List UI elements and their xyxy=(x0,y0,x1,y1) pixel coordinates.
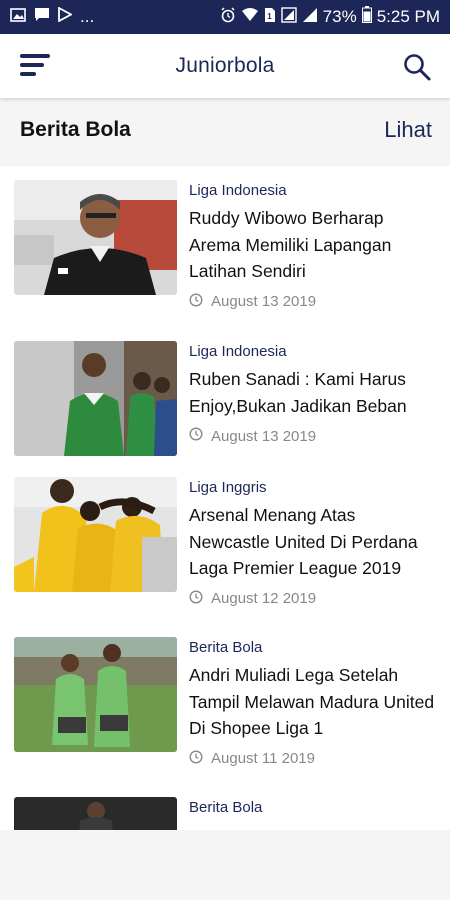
news-headline: Andri Muliadi Lega Setelah Tampil Melawa… xyxy=(189,665,435,738)
bottom-area xyxy=(0,830,450,900)
search-icon[interactable] xyxy=(402,52,432,82)
news-headline: Arsenal Menang Atas Newcastle United Di … xyxy=(189,505,418,578)
status-bar: ... 1 73% 5:25 PM xyxy=(0,0,450,34)
news-thumbnail xyxy=(14,797,177,830)
gallery-notification-icon xyxy=(10,7,26,27)
clock: 5:25 PM xyxy=(376,7,440,26)
clock-icon xyxy=(189,589,203,608)
news-date: August 13 2019 xyxy=(211,293,317,310)
alarm-icon xyxy=(220,6,236,28)
news-date-row: August 13 2019 xyxy=(189,427,437,445)
battery-icon xyxy=(361,6,372,28)
see-all-link[interactable]: Lihat xyxy=(384,117,432,143)
news-date-row: August 13 2019 xyxy=(189,292,437,311)
app-title: Juniorbola xyxy=(175,54,275,77)
news-info: Liga Inggris Arsenal Menang Atas Newcast… xyxy=(189,477,437,608)
news-category: Berita Bola xyxy=(189,799,263,816)
clock-icon xyxy=(189,749,203,768)
news-info: Liga Indonesia Ruddy Wibowo Berharap Are… xyxy=(189,180,437,311)
news-item[interactable]: Berita Bola Andri Muliadi Lega Setelah T… xyxy=(0,637,450,768)
news-item[interactable]: Berita Bola xyxy=(0,797,450,830)
news-date: August 11 2019 xyxy=(211,750,315,767)
news-category: Berita Bola xyxy=(189,639,263,656)
news-info: Liga Indonesia Ruben Sanadi : Kami Harus… xyxy=(189,341,437,456)
data-signal-icon xyxy=(280,6,297,28)
news-item[interactable]: Liga Inggris Arsenal Menang Atas Newcast… xyxy=(0,477,450,608)
news-category: Liga Inggris xyxy=(189,479,267,496)
news-thumbnail xyxy=(14,637,177,752)
news-headline: Ruben Sanadi : Kami Harus Enjoy,Bukan Ja… xyxy=(189,369,407,416)
clock-icon xyxy=(189,292,203,311)
news-category: Liga Indonesia xyxy=(189,343,287,360)
wifi-icon xyxy=(241,7,259,27)
section-title: Berita Bola xyxy=(20,118,131,141)
svg-text:1: 1 xyxy=(267,12,272,21)
news-thumbnail xyxy=(14,477,177,592)
clock-icon xyxy=(189,427,203,445)
message-notification-icon xyxy=(34,7,50,27)
battery-percent: 73% xyxy=(322,7,357,26)
news-info: Berita Bola Andri Muliadi Lega Setelah T… xyxy=(189,637,437,768)
news-date-row: August 11 2019 xyxy=(189,749,437,768)
news-thumbnail xyxy=(14,341,177,456)
news-list: Liga Indonesia Ruddy Wibowo Berharap Are… xyxy=(0,166,450,830)
sim-card-icon: 1 xyxy=(264,7,276,28)
menu-icon[interactable] xyxy=(20,52,50,80)
more-notifications: ... xyxy=(80,7,95,26)
news-date-row: August 12 2019 xyxy=(189,589,437,608)
cell-signal-icon xyxy=(302,7,318,28)
news-item[interactable]: Liga Indonesia Ruben Sanadi : Kami Harus… xyxy=(0,341,450,456)
news-headline: Ruddy Wibowo Berharap Arema Memiliki Lap… xyxy=(189,208,392,281)
app-bar: Juniorbola xyxy=(0,34,450,98)
play-notification-icon xyxy=(58,6,73,27)
news-date: August 12 2019 xyxy=(211,590,317,607)
news-date: August 13 2019 xyxy=(211,427,317,445)
news-category: Liga Indonesia xyxy=(189,182,287,199)
section-header: Berita Bola Lihat xyxy=(0,98,450,162)
news-item[interactable]: Liga Indonesia Ruddy Wibowo Berharap Are… xyxy=(0,180,450,311)
news-thumbnail xyxy=(14,180,177,295)
news-info: Berita Bola xyxy=(189,797,437,830)
